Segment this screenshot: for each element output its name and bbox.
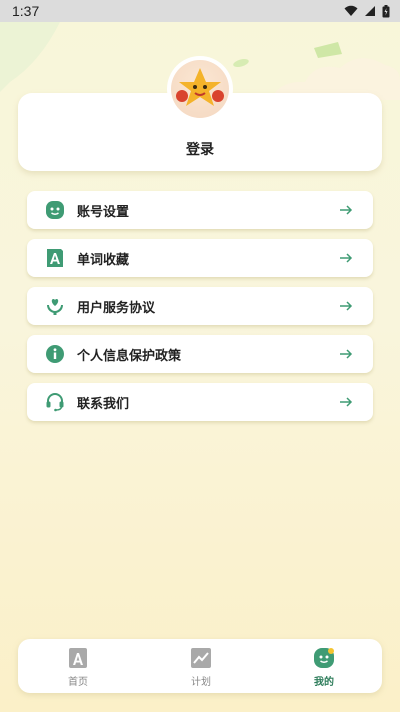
menu-item-word-favorites[interactable]: 单词收藏 [27, 239, 373, 277]
tab-plan[interactable]: 计划 [171, 639, 231, 693]
menu-item-contact-us[interactable]: 联系我们 [27, 383, 373, 421]
arrow-right-icon [340, 397, 353, 407]
headset-icon [45, 392, 65, 412]
bottom-tab-bar: 首页 计划 我的 [18, 639, 382, 693]
profile-face-icon [314, 648, 334, 668]
arrow-right-icon [340, 301, 353, 311]
menu-item-label: 用户服务协议 [77, 300, 156, 316]
arrow-right-icon [340, 349, 353, 359]
mascot-avatar-icon [171, 60, 229, 118]
background-leaf-icon [314, 42, 342, 58]
home-word-icon [69, 648, 87, 668]
menu-item-privacy-policy[interactable]: 个人信息保护政策 [27, 335, 373, 373]
face-icon [45, 200, 65, 220]
wifi-icon [344, 5, 358, 16]
menu-item-user-agreement[interactable]: 用户服务协议 [27, 287, 373, 325]
info-icon [45, 344, 65, 364]
login-label[interactable]: 登录 [18, 139, 382, 159]
avatar[interactable] [167, 56, 233, 122]
background-leaf-icon [233, 59, 249, 67]
tab-profile[interactable]: 我的 [294, 639, 354, 693]
status-bar: 1:37 [0, 0, 400, 22]
signal-icon [365, 6, 375, 16]
tab-label: 我的 [314, 677, 334, 688]
menu-item-account-settings[interactable]: 账号设置 [27, 191, 373, 229]
menu-item-label: 联系我们 [77, 396, 130, 412]
word-book-icon [45, 248, 65, 268]
menu-item-label: 单词收藏 [77, 252, 130, 268]
arrow-right-icon [340, 253, 353, 263]
hand-heart-icon [45, 296, 65, 316]
status-time: 1:37 [12, 3, 40, 19]
tab-label: 首页 [68, 677, 88, 688]
arrow-right-icon [340, 205, 353, 215]
plan-chart-icon [191, 648, 211, 668]
battery-icon [382, 4, 390, 17]
tab-label: 计划 [191, 677, 211, 688]
menu-item-label: 个人信息保护政策 [77, 348, 182, 364]
menu-item-label: 账号设置 [77, 204, 130, 220]
status-icons [344, 4, 390, 18]
tab-home[interactable]: 首页 [48, 639, 108, 693]
